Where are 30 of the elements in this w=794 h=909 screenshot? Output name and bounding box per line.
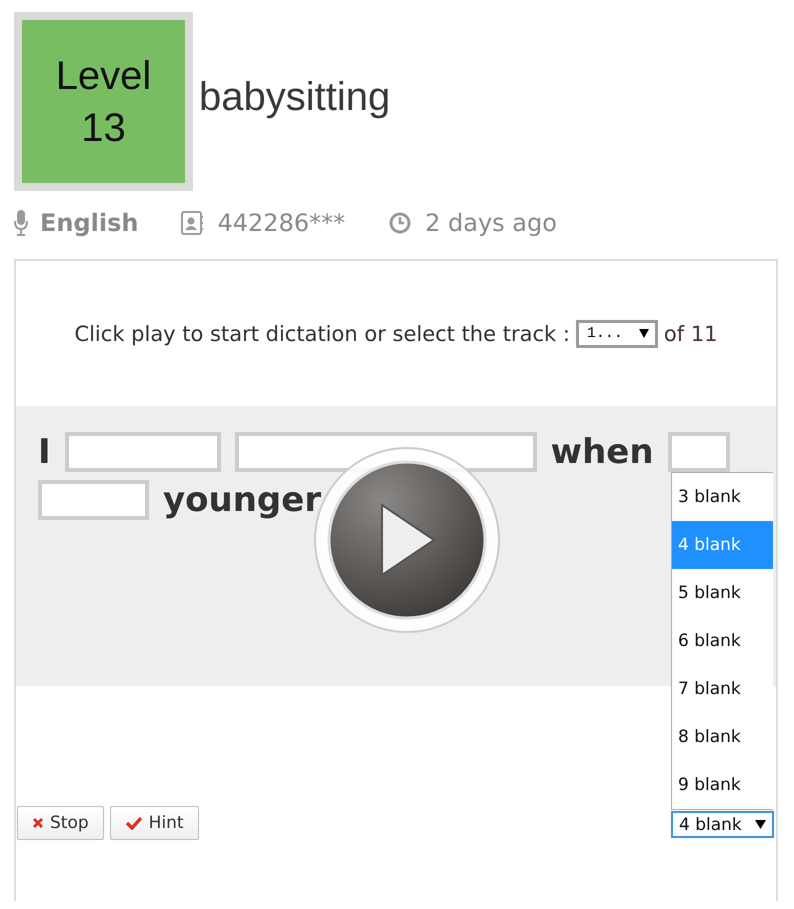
page-title: babysitting xyxy=(199,75,390,120)
close-icon xyxy=(32,817,44,829)
caret-icon xyxy=(755,820,766,829)
dropdown-option[interactable]: 6 blank xyxy=(672,617,773,665)
dropdown-option[interactable]: 5 blank xyxy=(672,569,773,617)
track-total: of 11 xyxy=(664,322,718,346)
blank-field[interactable] xyxy=(64,432,221,472)
contact-book-icon xyxy=(181,211,204,235)
language-label: English xyxy=(40,209,138,237)
checkmark-icon xyxy=(124,816,143,830)
clock-icon xyxy=(389,212,412,234)
dropdown-option[interactable]: 7 blank xyxy=(672,665,773,713)
sentence-word: when xyxy=(550,432,654,472)
level-badge: Level 13 xyxy=(14,12,193,191)
user-id: 442286*** xyxy=(217,209,346,237)
blank-field[interactable] xyxy=(38,480,149,520)
stop-button[interactable]: Stop xyxy=(17,806,104,840)
blank-field[interactable] xyxy=(668,432,730,472)
dropdown-option[interactable]: 8 blank xyxy=(672,713,773,761)
sentence-word: I xyxy=(38,432,51,472)
track-select[interactable]: 1... xyxy=(576,320,658,348)
dropdown-option[interactable]: 9 blank xyxy=(672,761,773,809)
instruction-text: Click play to start dictation or select the track : xyxy=(74,322,570,346)
time-ago: 2 days ago xyxy=(425,209,557,237)
hint-button[interactable]: Hint xyxy=(110,806,199,840)
dropdown-option[interactable]: 3 blank xyxy=(672,473,773,521)
blank-select[interactable]: 4 blank xyxy=(671,811,774,838)
sentence-word: younger xyxy=(163,480,322,520)
caret-icon xyxy=(638,329,649,338)
microphone-icon xyxy=(14,210,28,236)
